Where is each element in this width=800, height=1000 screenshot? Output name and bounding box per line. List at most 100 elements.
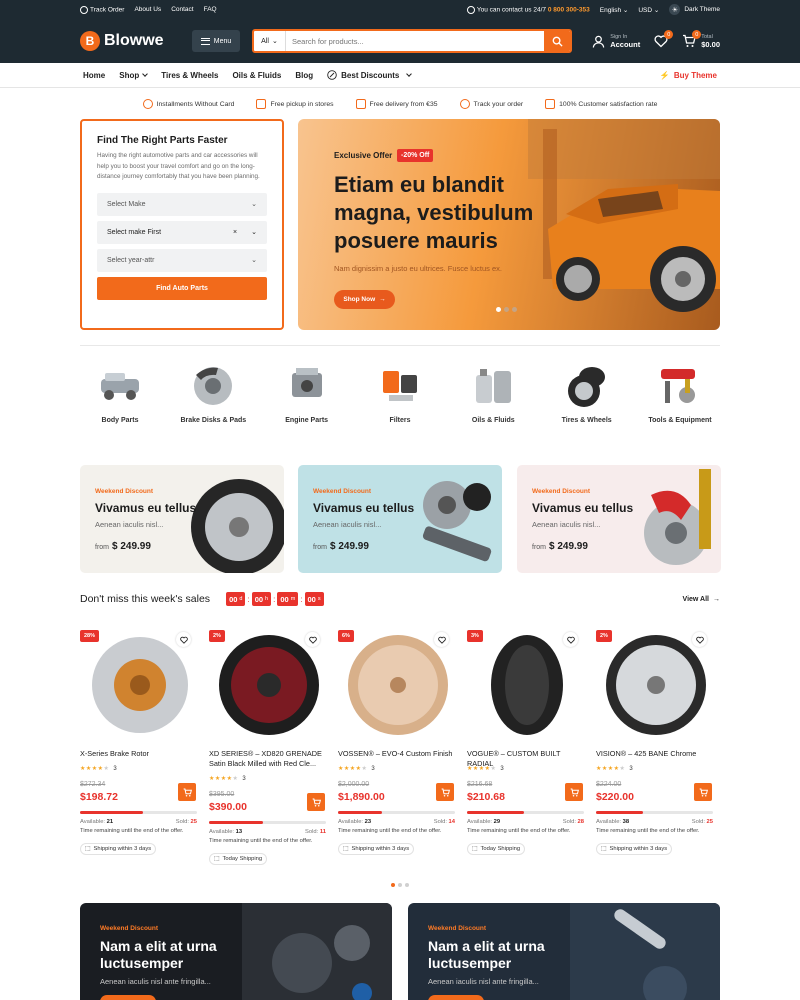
category-brake-disks[interactable]: Brake Disks & Pads [173,361,253,440]
select-model[interactable]: Select make First × ⌄ [97,220,267,244]
bottom-banner[interactable]: Weekend Discount Nam a elit at urna luct… [80,903,392,1000]
discount-badge: 6% [338,630,354,642]
slider-dot[interactable] [512,307,517,312]
finder-title: Find The Right Parts Faster [97,135,228,146]
add-to-cart-button[interactable] [307,793,325,811]
wishlist-heart-icon[interactable] [563,632,578,647]
add-to-cart-button[interactable] [436,783,454,801]
product-card[interactable]: 2% XD SERIES® – XD820 GRENADE Satin Blac… [209,625,338,875]
offer-remaining-text: Time remaining until the end of the offe… [338,828,442,834]
search-input[interactable] [286,31,545,51]
select-make[interactable]: Select Make ⌄ [97,192,267,216]
product-card[interactable]: 6% VOSSEN® – EVO-4 Custom Finish ★★★★★ 3 … [338,625,467,875]
promo-price: from $ 249.99 [313,541,369,552]
slider-dot[interactable] [496,307,501,312]
carousel-dot[interactable] [391,883,395,887]
chevron-down-icon: ⌄ [271,38,278,45]
search-button[interactable] [544,31,571,51]
sun-icon: ☀ [669,4,681,15]
category-oils-fluids[interactable]: Oils & Fluids [453,361,533,440]
offer-remaining-text: Time remaining until the end of the offe… [467,828,571,834]
old-price: $224.00 [596,781,622,788]
wishlist-heart-icon[interactable] [305,632,320,647]
cart-icon [699,787,708,796]
promo-card[interactable]: Weekend Discount Vivamus eu tellus Aenea… [80,465,284,573]
product-name[interactable]: VISION® – 425 BANE Chrome [596,749,716,759]
category-tools-equipment[interactable]: Tools & Equipment [640,361,720,440]
slider-dot[interactable] [504,307,509,312]
nav-item-home[interactable]: Home [83,71,105,80]
shop-now-button[interactable]: Shop Now → [334,290,395,309]
nav-item-best-discounts[interactable]: Best Discounts [327,70,413,80]
shipping-badge: ⬚ Today Shipping [209,853,268,865]
cart-button[interactable]: 0 Total $0.00 [682,30,720,49]
track-order-link[interactable]: Track Order [80,5,124,14]
nav-item-oils-fluids[interactable]: Oils & Fluids [232,71,281,80]
site-logo[interactable]: B Blowwe [80,31,180,51]
dark-theme-toggle[interactable]: ☀ Dark Theme [669,4,720,15]
category-filters[interactable]: Filters [360,361,440,440]
promo-title: Vivamus eu tellus [313,501,415,515]
carousel-dot[interactable] [405,883,409,887]
bottom-banner[interactable]: Weekend Discount Nam a elit at urna luct… [408,903,720,1000]
add-to-cart-button[interactable] [565,783,583,801]
about-us-link[interactable]: About Us [134,6,161,13]
main-header: B Blowwe Menu All⌄ Sign InAccount 0 0 To… [0,19,800,63]
select-year[interactable]: Select year-attr ⌄ [97,248,267,272]
wishlist-heart-icon[interactable] [692,632,707,647]
nav-item-tires-wheels[interactable]: Tires & Wheels [161,71,218,80]
brake-caliper-image [644,469,711,565]
shipping-badge: ⬚ Shipping within 3 days [80,843,157,855]
category-body-parts[interactable]: Body Parts [80,361,160,440]
nav-item-blog[interactable]: Blog [295,71,313,80]
promo-card[interactable]: Weekend Discount Vivamus eu tellus Aenea… [298,465,502,573]
product-image[interactable] [475,633,579,737]
category-engine-parts[interactable]: Engine Parts [267,361,347,440]
old-price: $216.68 [467,781,493,788]
account-button[interactable]: Sign In Account [592,34,640,49]
currency-select[interactable]: USD ⌄ [638,6,659,14]
engine-icon [291,368,322,397]
product-image[interactable] [604,633,708,737]
product-card[interactable]: 2% VISION® – 425 BANE Chrome ★★★★★ 3 $224… [596,625,725,875]
product-rating: ★★★★★ 3 [338,766,376,772]
nav-item-shop[interactable]: Shop [119,71,149,80]
shipping-badge: ⬚ Today Shipping [467,843,526,855]
view-all-link[interactable]: View All → [683,596,720,603]
main-nav: Home Shop Tires & Wheels Oils & Fluids B… [0,63,800,88]
search-category-select[interactable]: All ⌄ [254,31,286,51]
product-name[interactable]: X-Series Brake Rotor [80,749,200,759]
product-image[interactable] [346,633,450,737]
promo-card[interactable]: Weekend Discount Vivamus eu tellus Aenea… [517,465,721,573]
wishlist-button[interactable]: 0 [654,30,674,48]
user-icon [593,35,605,48]
slider-dots [496,307,517,312]
feature-item: Free delivery from €35 [355,99,438,109]
wishlist-heart-icon[interactable] [434,632,449,647]
product-name[interactable]: XD SERIES® – XD820 GRENADE Satin Black M… [209,749,329,769]
banner-button[interactable] [428,995,484,1000]
faq-link[interactable]: FAQ [204,6,217,13]
product-image[interactable] [88,633,192,737]
product-card[interactable]: 3% VOGUE® – CUSTOM BUILT RADIAL ★★★★★ 3 $… [467,625,596,875]
current-price: $220.00 [596,791,634,803]
clear-icon[interactable]: × [233,229,237,236]
hero-slider[interactable]: Exclusive Offer -20% Off Etiam eu blandi… [298,119,720,330]
contact-link[interactable]: Contact [171,6,193,13]
menu-button[interactable]: Menu [192,30,240,52]
old-price: $395.00 [209,791,235,798]
banner-button[interactable] [100,995,156,1000]
phone-number[interactable]: 0 800 300-353 [548,6,590,13]
buy-theme-link[interactable]: ⚡ Buy Theme [660,71,717,80]
wishlist-heart-icon[interactable] [176,632,191,647]
product-name[interactable]: VOSSEN® – EVO-4 Custom Finish [338,749,458,759]
find-auto-parts-button[interactable]: Find Auto Parts [97,276,267,300]
carousel-dot[interactable] [398,883,402,887]
category-tires-wheels[interactable]: Tires & Wheels [547,361,627,440]
product-card[interactable]: 28% X-Series Brake Rotor ★★★★★ 3 $272.34 … [80,625,209,875]
add-to-cart-button[interactable] [694,783,712,801]
add-to-cart-button[interactable] [178,783,196,801]
language-select[interactable]: English ⌄ [600,6,629,14]
stock-info: Available: 21 Sold: 25 [80,819,197,825]
product-image[interactable] [217,633,321,737]
